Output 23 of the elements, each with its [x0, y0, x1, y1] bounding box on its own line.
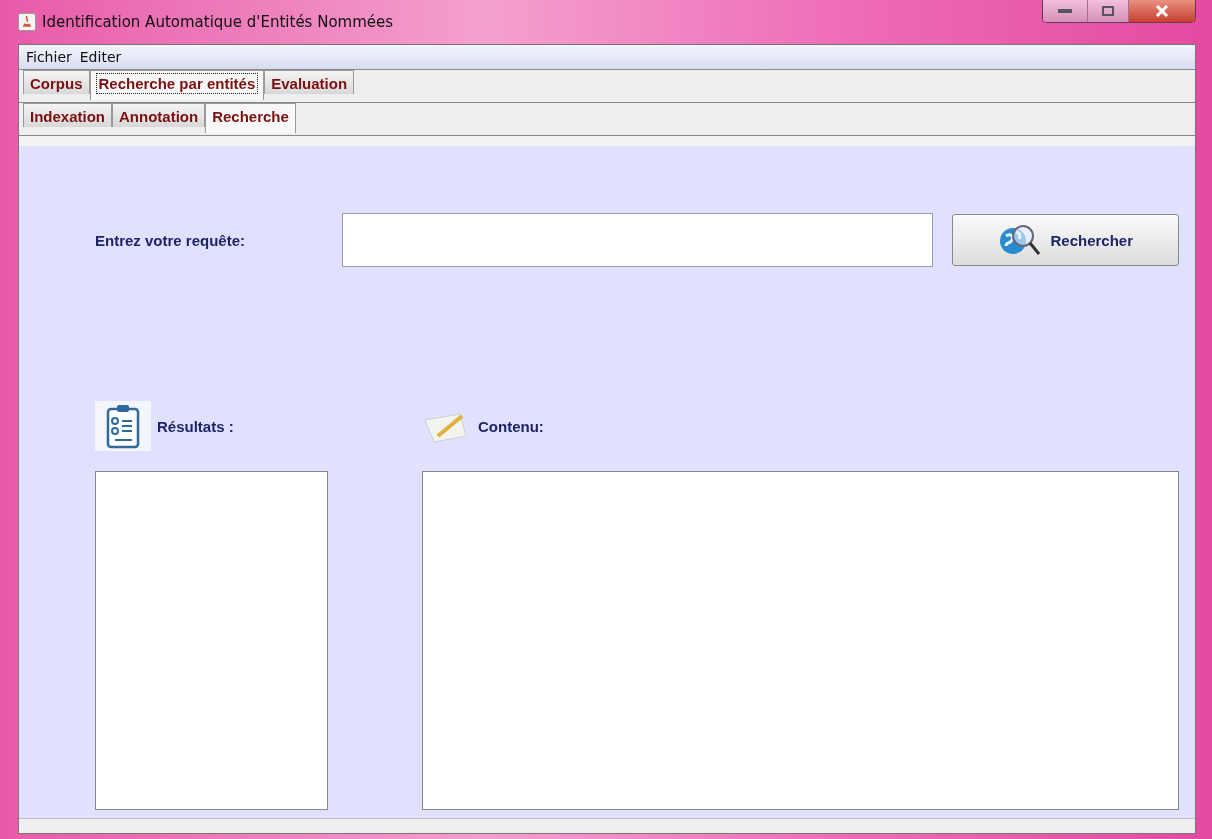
tab[interactable]: Recherche par entités — [89, 70, 265, 100]
menu-item[interactable]: Editer — [76, 49, 125, 65]
close-button[interactable] — [1128, 0, 1195, 22]
globe-magnifier-icon — [998, 222, 1043, 258]
tab[interactable]: Evaluation — [264, 70, 355, 94]
app-icon — [18, 13, 36, 31]
menu-item[interactable]: Fichier — [23, 49, 75, 65]
maximize-icon — [1102, 6, 1114, 16]
query-label: Entrez votre requête: — [95, 231, 247, 249]
minimize-icon — [1058, 8, 1072, 14]
tab[interactable]: Indexation — [23, 103, 112, 127]
close-icon — [1155, 5, 1169, 17]
section-label: Contenu: — [478, 417, 544, 435]
section-label: Résultats : — [157, 417, 234, 435]
maximize-button[interactable] — [1087, 0, 1128, 22]
window-title: Identification Automatique d'Entités Nommées — [42, 13, 394, 31]
tab[interactable]: Annotation — [112, 103, 206, 127]
minimize-button[interactable] — [1043, 0, 1087, 22]
tab[interactable]: Recherche — [205, 103, 296, 133]
query-field[interactable] — [342, 213, 934, 267]
search-button[interactable]: Rechercher — [952, 214, 1179, 266]
clipboard-icon — [95, 401, 151, 451]
tab[interactable]: Corpus — [23, 70, 90, 94]
